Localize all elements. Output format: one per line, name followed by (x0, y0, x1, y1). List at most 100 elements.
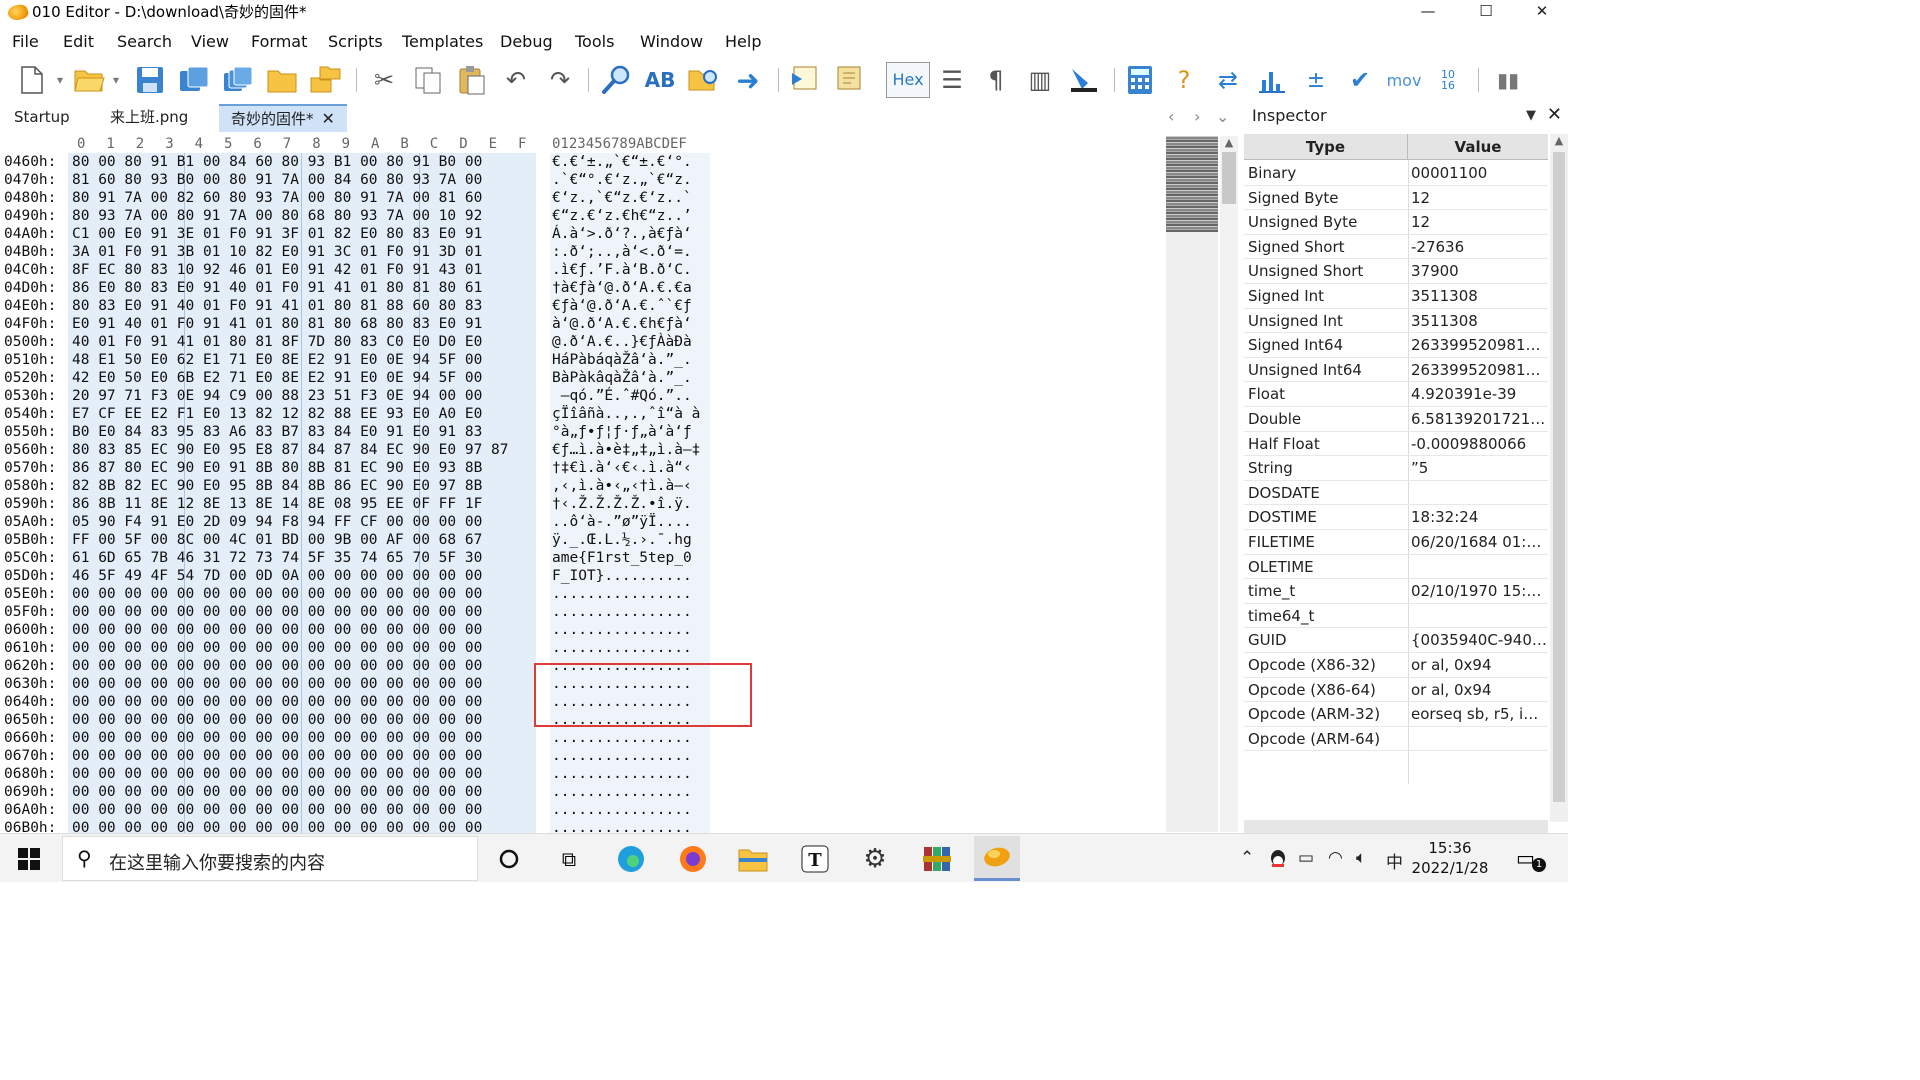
hex-row[interactable]: 04E0h: 80 83 E0 91 40 01 F0 91 41 01 80 8… (0, 297, 1166, 315)
tray-expand-icon[interactable]: ⌃ (1240, 848, 1254, 868)
row-hex-bytes[interactable]: 00 00 00 00 00 00 00 00 00 00 00 00 00 0… (72, 603, 482, 621)
find-icon[interactable] (598, 62, 634, 98)
row-hex-bytes[interactable]: 46 5F 49 4F 54 7D 00 0D 0A 00 00 00 00 0… (72, 567, 482, 585)
row-hex-bytes[interactable]: 80 93 7A 00 80 91 7A 00 80 68 80 93 7A 0… (72, 207, 482, 225)
operations-icon[interactable]: ± (1298, 62, 1334, 98)
inspector-value-cell[interactable]: 263399520981207... (1411, 360, 1547, 380)
inspector-value-cell[interactable]: eorseq sb, r5, ip, l... (1411, 704, 1547, 724)
hex-row[interactable]: 06A0h: 00 00 00 00 00 00 00 00 00 00 00 0… (0, 801, 1166, 819)
row-hex-bytes[interactable]: 00 00 00 00 00 00 00 00 00 00 00 00 00 0… (72, 657, 482, 675)
inspector-value-cell[interactable]: 263399520981207... (1411, 335, 1547, 355)
new-dropdown-icon[interactable]: ▾ (52, 62, 68, 98)
inspector-value-cell[interactable]: 18:32:24 (1411, 507, 1547, 527)
inspector-row[interactable]: FILETIME 06/20/1684 01:20:... (1244, 530, 1548, 555)
calculator-icon[interactable] (1122, 62, 1158, 98)
hex-row[interactable]: 0530h: 20 97 71 F3 0E 94 C9 00 88 23 51 F… (0, 387, 1166, 405)
open-workspace-icon[interactable] (264, 62, 300, 98)
highlight-icon[interactable] (1066, 62, 1102, 98)
row-hex-bytes[interactable]: 05 90 F4 91 E0 2D 09 94 F8 94 FF CF 00 0… (72, 513, 482, 531)
inspector-scrollbar[interactable]: ▲ (1550, 134, 1568, 822)
inspector-row[interactable]: Float 4.920391e-39 (1244, 382, 1548, 407)
hex-row[interactable]: 0590h: 86 8B 11 8E 12 8E 13 8E 14 8E 08 9… (0, 495, 1166, 513)
editor-scroll-thumb[interactable] (1222, 152, 1236, 204)
ime-indicator[interactable]: 中 (1386, 848, 1403, 873)
hex-row[interactable]: 0510h: 48 E1 50 E0 62 E1 71 E0 8E E2 91 E… (0, 351, 1166, 369)
row-ascii-text[interactable]: ................ (552, 639, 692, 657)
row-hex-bytes[interactable]: 86 8B 11 8E 12 8E 13 8E 14 8E 08 95 EE 0… (72, 495, 482, 513)
row-ascii-text[interactable]: €ƒà‘@.ð‘A.€.ˆ`€ƒ (552, 297, 692, 315)
row-hex-bytes[interactable]: 80 91 7A 00 82 60 80 93 7A 00 80 91 7A 0… (72, 189, 482, 207)
row-hex-bytes[interactable]: 00 00 00 00 00 00 00 00 00 00 00 00 00 0… (72, 783, 482, 801)
inspector-value-cell[interactable]: 37900 (1411, 261, 1547, 281)
hex-row[interactable]: 05F0h: 00 00 00 00 00 00 00 00 00 00 00 0… (0, 603, 1166, 621)
qq-tray-icon[interactable] (1268, 848, 1288, 875)
disassemble-icon[interactable]: mov (1386, 62, 1422, 98)
editor-scrollbar[interactable]: ▲ (1220, 136, 1238, 832)
row-hex-bytes[interactable]: 81 60 80 93 B0 00 80 91 7A 00 84 60 80 9… (72, 171, 482, 189)
row-hex-bytes[interactable]: 40 01 F0 91 41 01 80 81 8F 7D 80 83 C0 E… (72, 333, 482, 351)
hex-row[interactable]: 04C0h: 8F EC 80 83 10 92 46 01 E0 91 42 0… (0, 261, 1166, 279)
save-as-icon[interactable] (176, 62, 212, 98)
inspector-value-cell[interactable]: {0035940C-940C-... (1411, 630, 1547, 650)
row-ascii-text[interactable]: ................ (552, 819, 692, 833)
inspector-value-cell[interactable]: 3511308 (1411, 311, 1547, 331)
hex-row[interactable]: 0680h: 00 00 00 00 00 00 00 00 00 00 00 0… (0, 765, 1166, 783)
battery-icon[interactable]: ▭ (1298, 848, 1314, 868)
inspector-menu-icon[interactable]: ▼ (1526, 108, 1536, 123)
inspector-value-cell[interactable]: 3511308 (1411, 286, 1547, 306)
inspector-row[interactable]: Signed Int 3511308 (1244, 284, 1548, 309)
new-file-icon[interactable] (14, 62, 50, 98)
row-hex-bytes[interactable]: 00 00 00 00 00 00 00 00 00 00 00 00 00 0… (72, 639, 482, 657)
taskbar-search[interactable]: ⚲ 在这里输入你要搜索的内容 (62, 836, 478, 881)
row-hex-bytes[interactable]: 3A 01 F0 91 3B 01 10 82 E0 91 3C 01 F0 9… (72, 243, 482, 261)
row-hex-bytes[interactable]: 00 00 00 00 00 00 00 00 00 00 00 00 00 0… (72, 765, 482, 783)
columns-icon[interactable]: ▥ (1022, 62, 1058, 98)
row-ascii-text[interactable]: ÿ._.Œ.L.½.›.¯.hg (552, 531, 692, 549)
file-explorer-icon[interactable] (730, 836, 776, 881)
row-hex-bytes[interactable]: C1 00 E0 91 3E 01 F0 91 3F 01 82 E0 80 8… (72, 225, 482, 243)
menu-file[interactable]: File (12, 32, 39, 52)
tab-png[interactable]: 来上班.png (98, 104, 200, 132)
inspector-value-cell[interactable]: 6.5813920172107... (1411, 409, 1547, 429)
hex-row[interactable]: 0650h: 00 00 00 00 00 00 00 00 00 00 00 0… (0, 711, 1166, 729)
cortana-icon[interactable] (486, 836, 532, 881)
inspector-row[interactable]: DOSTIME 18:32:24 (1244, 505, 1548, 530)
row-hex-bytes[interactable]: 00 00 00 00 00 00 00 00 00 00 00 00 00 0… (72, 621, 482, 639)
row-ascii-text[interactable]: ................ (552, 765, 692, 783)
tab-firmware[interactable]: 奇妙的固件* ✕ (219, 104, 347, 132)
row-ascii-text[interactable]: ................ (552, 657, 692, 675)
row-hex-bytes[interactable]: 80 83 85 EC 90 E0 95 E8 87 84 87 84 EC 9… (72, 441, 509, 459)
tab-next-icon[interactable]: › (1194, 107, 1200, 126)
scroll-up-icon[interactable]: ▲ (1220, 136, 1238, 152)
toolbar-options-icon[interactable]: ▮▮ (1490, 62, 1526, 98)
hex-row[interactable]: 04B0h: 3A 01 F0 91 3B 01 10 82 E0 91 3C 0… (0, 243, 1166, 261)
typora-icon[interactable]: T (792, 836, 838, 881)
hex-row[interactable]: 0500h: 40 01 F0 91 41 01 80 81 8F 7D 80 8… (0, 333, 1166, 351)
folder-tree-icon[interactable] (308, 62, 344, 98)
tab-startup[interactable]: Startup (2, 104, 82, 132)
inspector-row[interactable]: String ”5 (1244, 456, 1548, 481)
inspector-row[interactable]: Opcode (ARM-64) (1244, 727, 1548, 752)
redo-icon[interactable]: ↷ (542, 62, 578, 98)
row-hex-bytes[interactable]: 00 00 00 00 00 00 00 00 00 00 00 00 00 0… (72, 801, 482, 819)
inspector-row[interactable]: Signed Short -27636 (1244, 235, 1548, 260)
copy-icon[interactable] (410, 62, 446, 98)
tab-list-icon[interactable]: ⌄ (1216, 107, 1229, 126)
help-lookup-icon[interactable]: ? (1166, 62, 1202, 98)
row-ascii-text[interactable]: ‚‹‚ì.à•‹„‹†ì.à—‹ (552, 477, 692, 495)
winrar-icon[interactable] (914, 836, 960, 881)
inspector-row[interactable]: GUID {0035940C-940C-... (1244, 628, 1548, 653)
run-template-icon[interactable] (832, 62, 868, 98)
row-hex-bytes[interactable]: 00 00 00 00 00 00 00 00 00 00 00 00 00 0… (72, 585, 482, 603)
firefox-icon[interactable] (670, 836, 716, 881)
row-ascii-text[interactable]: ................ (552, 585, 692, 603)
row-ascii-text[interactable]: †‹.Ž.Ž.Ž.Ž.•î.ÿ. (552, 495, 692, 513)
hex-row[interactable]: 0560h: 80 83 85 EC 90 E0 95 E8 87 84 87 8… (0, 441, 1166, 459)
row-ascii-text[interactable]: ................ (552, 729, 692, 747)
show-whitespace-icon[interactable]: ¶ (978, 62, 1014, 98)
inspector-value-cell[interactable]: or al, 0x94 (1411, 680, 1547, 700)
hex-rows[interactable]: 0460h: 80 00 80 91 B1 00 84 60 80 93 B1 0… (0, 153, 1166, 833)
inspector-value-cell[interactable]: 4.920391e-39 (1411, 384, 1547, 404)
hex-row[interactable]: 0580h: 82 8B 82 EC 90 E0 95 8B 84 8B 86 E… (0, 477, 1166, 495)
save-icon[interactable] (132, 62, 168, 98)
